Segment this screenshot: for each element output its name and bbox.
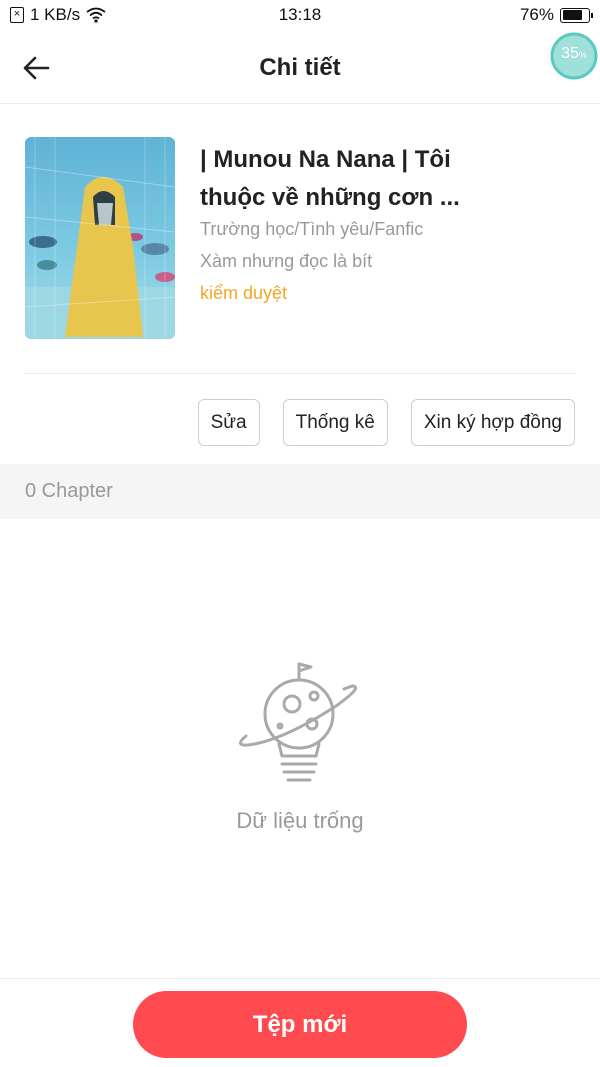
- chapter-count: 0 Chapter: [25, 480, 113, 502]
- progress-value: 35%: [561, 45, 587, 62]
- stats-button[interactable]: Thống kê: [282, 399, 388, 446]
- status-right: 76%: [519, 5, 593, 25]
- bottom-bar: Tệp mới: [0, 978, 600, 1067]
- progress-indicator[interactable]: 35%: [550, 32, 598, 80]
- book-description: Xàm nhưng đọc là bít: [200, 251, 373, 271]
- divider: [25, 373, 575, 374]
- status-bar: × 1 KB/s 13:18 76%: [0, 0, 600, 32]
- status-time: 13:18: [278, 5, 322, 24]
- book-genre: Trường học/Tình yêu/Fanfic: [200, 219, 424, 239]
- lightbulb-planet-icon: [239, 662, 357, 782]
- request-contract-button[interactable]: Xin ký hợp đồng: [410, 399, 575, 446]
- book-cover[interactable]: [25, 137, 175, 339]
- action-buttons: Sửa Thống kê Xin ký hợp đồng: [197, 399, 575, 446]
- book-title: | Munou Na Nana | Tôi thuộc về những cơn…: [200, 146, 460, 211]
- book-status: kiểm duyệt: [200, 283, 288, 303]
- empty-state-text: Dữ liệu trống: [236, 808, 364, 833]
- battery-percent: 76%: [519, 5, 554, 24]
- book-info: | Munou Na Nana | Tôi thuộc về những cơn…: [25, 137, 575, 339]
- battery-icon: [560, 7, 593, 23]
- edit-button[interactable]: Sửa: [197, 399, 260, 446]
- chapter-bar: 0 Chapter: [0, 464, 600, 519]
- new-file-button[interactable]: Tệp mới: [133, 991, 467, 1058]
- page-title: Chi tiết: [259, 54, 341, 81]
- header: Chi tiết 35%: [0, 32, 600, 104]
- cover-illustration: [25, 137, 175, 339]
- battery-fill: [562, 10, 582, 20]
